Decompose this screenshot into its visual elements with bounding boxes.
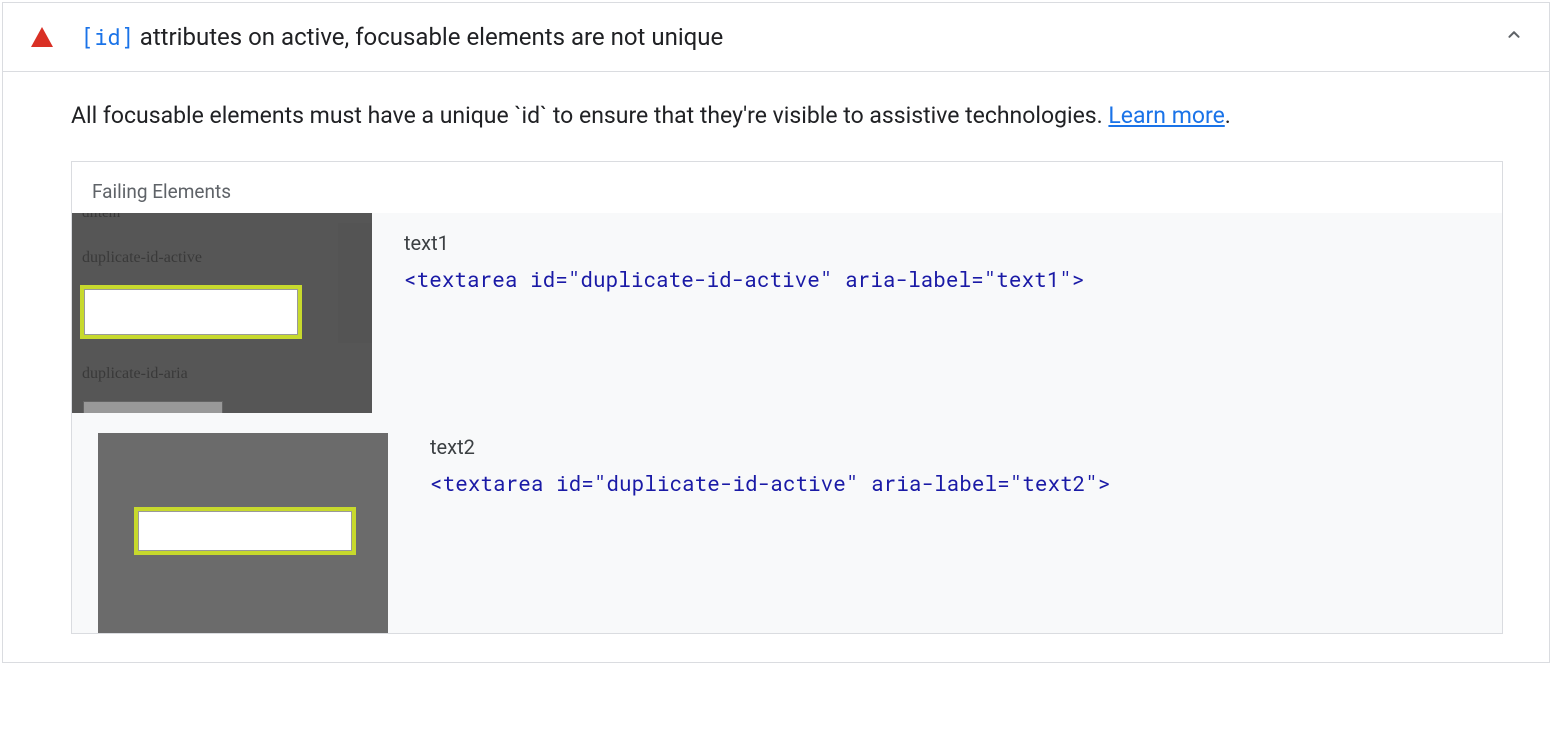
audit-title-code: [id] xyxy=(81,22,134,51)
failing-element-row[interactable]: dlitem duplicate-id-active duplicate-id-… xyxy=(72,213,1502,413)
audit-description: All focusable elements must have a uniqu… xyxy=(71,100,1503,132)
audit-header-row[interactable]: [id] attributes on active, focusable ele… xyxy=(3,3,1549,72)
desc-text-before: All focusable elements must have a uniqu… xyxy=(71,102,514,129)
failing-element-detail: text1 <textarea id="duplicate-id-active"… xyxy=(372,213,1502,303)
failing-elements-list: dlitem duplicate-id-active duplicate-id-… xyxy=(72,213,1502,633)
desc-text-after: to ensure that they're visible to assist… xyxy=(547,102,1108,129)
element-code-snippet: <textarea id="duplicate-id-active" aria-… xyxy=(430,469,1490,497)
element-thumbnail xyxy=(98,433,388,633)
failing-elements-panel: Failing Elements dlitem duplicate-id-act… xyxy=(71,161,1503,634)
fail-triangle-icon xyxy=(31,27,53,47)
desc-period: . xyxy=(1225,102,1231,129)
failing-elements-title: Failing Elements xyxy=(72,162,1502,213)
audit-title-text: attributes on active, focusable elements… xyxy=(134,23,723,51)
failing-element-detail: text2 <textarea id="duplicate-id-active"… xyxy=(388,433,1502,507)
element-label: text2 xyxy=(430,435,1490,459)
audit-item: [id] attributes on active, focusable ele… xyxy=(2,2,1550,663)
thumb-highlighted-textarea xyxy=(80,285,302,339)
element-code-snippet: <textarea id="duplicate-id-active" aria-… xyxy=(404,265,1490,293)
failing-element-row[interactable]: text2 <textarea id="duplicate-id-active"… xyxy=(72,413,1502,633)
audit-body: All focusable elements must have a uniqu… xyxy=(3,72,1549,661)
desc-code-word: `id` xyxy=(514,102,547,129)
chevron-up-icon xyxy=(1503,24,1525,50)
element-label: text1 xyxy=(404,231,1490,255)
element-thumbnail: dlitem duplicate-id-active duplicate-id-… xyxy=(72,213,372,413)
audit-title: [id] attributes on active, focusable ele… xyxy=(81,21,1503,53)
learn-more-link[interactable]: Learn more xyxy=(1108,102,1224,129)
thumb-highlighted-textarea xyxy=(134,507,356,555)
